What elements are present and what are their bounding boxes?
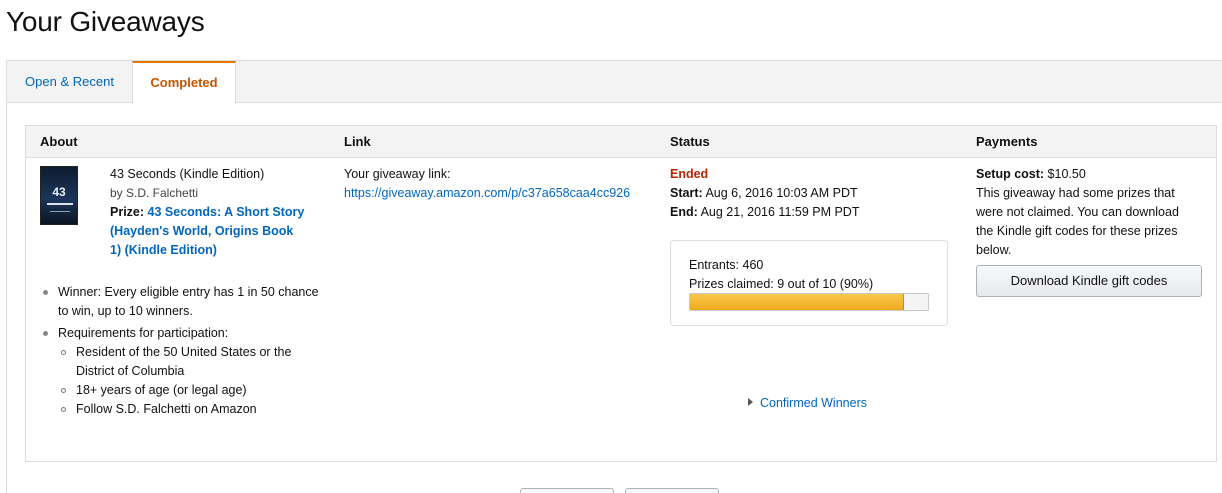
prize-label: Prize:	[110, 205, 145, 219]
giveaway-stats-box: Entrants: 460 Prizes claimed: 9 out of 1…	[670, 240, 948, 326]
requirement-item: Resident of the 50 United States or the	[76, 345, 292, 359]
prizes-claimed-value: 9 out of 10 (90%)	[777, 277, 874, 291]
requirements-label: Requirements for participation:	[58, 326, 229, 340]
start-value: Aug 6, 2016 10:03 AM PDT	[705, 186, 858, 200]
unclaimed-note-line1: This giveaway had some prizes that	[976, 186, 1175, 200]
giveaway-link-url[interactable]: https://giveaway.amazon.com/p/c37a658caa…	[344, 184, 630, 203]
tab-open-recent[interactable]: Open & Recent	[7, 61, 132, 103]
header-payments: Payments	[976, 134, 1038, 149]
setup-cost-value: $10.50	[1047, 167, 1086, 181]
end-label: End:	[670, 205, 698, 219]
item-title: 43 Seconds (Kindle Edition)	[110, 167, 265, 181]
requirement-item: 18+ years of age (or legal age)	[76, 383, 247, 397]
entrants-value: 460	[742, 258, 764, 272]
header-status: Status	[670, 134, 710, 149]
requirement-item: District of Columbia	[76, 364, 185, 378]
requirement-item: Follow S.D. Falchetti on Amazon	[76, 402, 257, 416]
item-author: by S.D. Falchetti	[110, 186, 199, 200]
giveaway-table: About Link Status Payments 43 43 Seconds…	[25, 125, 1217, 462]
status-badge: Ended	[670, 167, 709, 181]
tab-completed[interactable]: Completed	[132, 61, 236, 104]
expand-triangle-icon	[748, 398, 753, 406]
entrants-label: Entrants:	[689, 258, 740, 272]
confirmed-winners-toggle[interactable]: Confirmed Winners	[748, 396, 867, 410]
book-cover-title: 43	[52, 185, 66, 199]
header-about: About	[40, 134, 78, 149]
prize-link-line3[interactable]: 1) (Kindle Edition)	[110, 241, 217, 260]
table-header-row: About Link Status Payments	[26, 126, 1216, 158]
prizes-progress-bar	[689, 293, 929, 311]
setup-cost-label: Setup cost:	[976, 167, 1045, 181]
tab-strip: Open & Recent Completed	[7, 61, 1222, 104]
pagination-next-button[interactable]	[625, 488, 719, 493]
page-title: Your Giveaways	[6, 6, 205, 37]
prizes-claimed-label: Prizes claimed:	[689, 277, 774, 291]
prizes-progress-fill	[690, 294, 905, 310]
unclaimed-note-line3: the Kindle gift codes for these prizes	[976, 224, 1178, 238]
download-gift-codes-button[interactable]: Download Kindle gift codes	[976, 265, 1202, 297]
winner-rule-line1: Winner: Every eligible entry has 1 in 50…	[58, 285, 319, 299]
start-label: Start:	[670, 186, 703, 200]
book-cover-image[interactable]: 43	[40, 166, 78, 225]
prize-link-line1[interactable]: 43 Seconds: A Short Story	[148, 205, 305, 219]
pagination-previous-button[interactable]	[520, 488, 614, 493]
winner-rule-line2: to win, up to 10 winners.	[58, 304, 193, 318]
giveaway-tabs-container: Open & Recent Completed About Link Statu…	[6, 60, 1222, 493]
giveaway-link-label: Your giveaway link:	[344, 167, 451, 181]
confirmed-winners-label[interactable]: Confirmed Winners	[760, 396, 867, 410]
unclaimed-note-line2: were not claimed. You can download	[976, 205, 1179, 219]
header-link: Link	[344, 134, 371, 149]
prize-link-line2[interactable]: (Hayden's World, Origins Book	[110, 222, 293, 241]
unclaimed-note-line4: below.	[976, 243, 1012, 257]
end-value: Aug 21, 2016 11:59 PM PDT	[700, 205, 860, 219]
